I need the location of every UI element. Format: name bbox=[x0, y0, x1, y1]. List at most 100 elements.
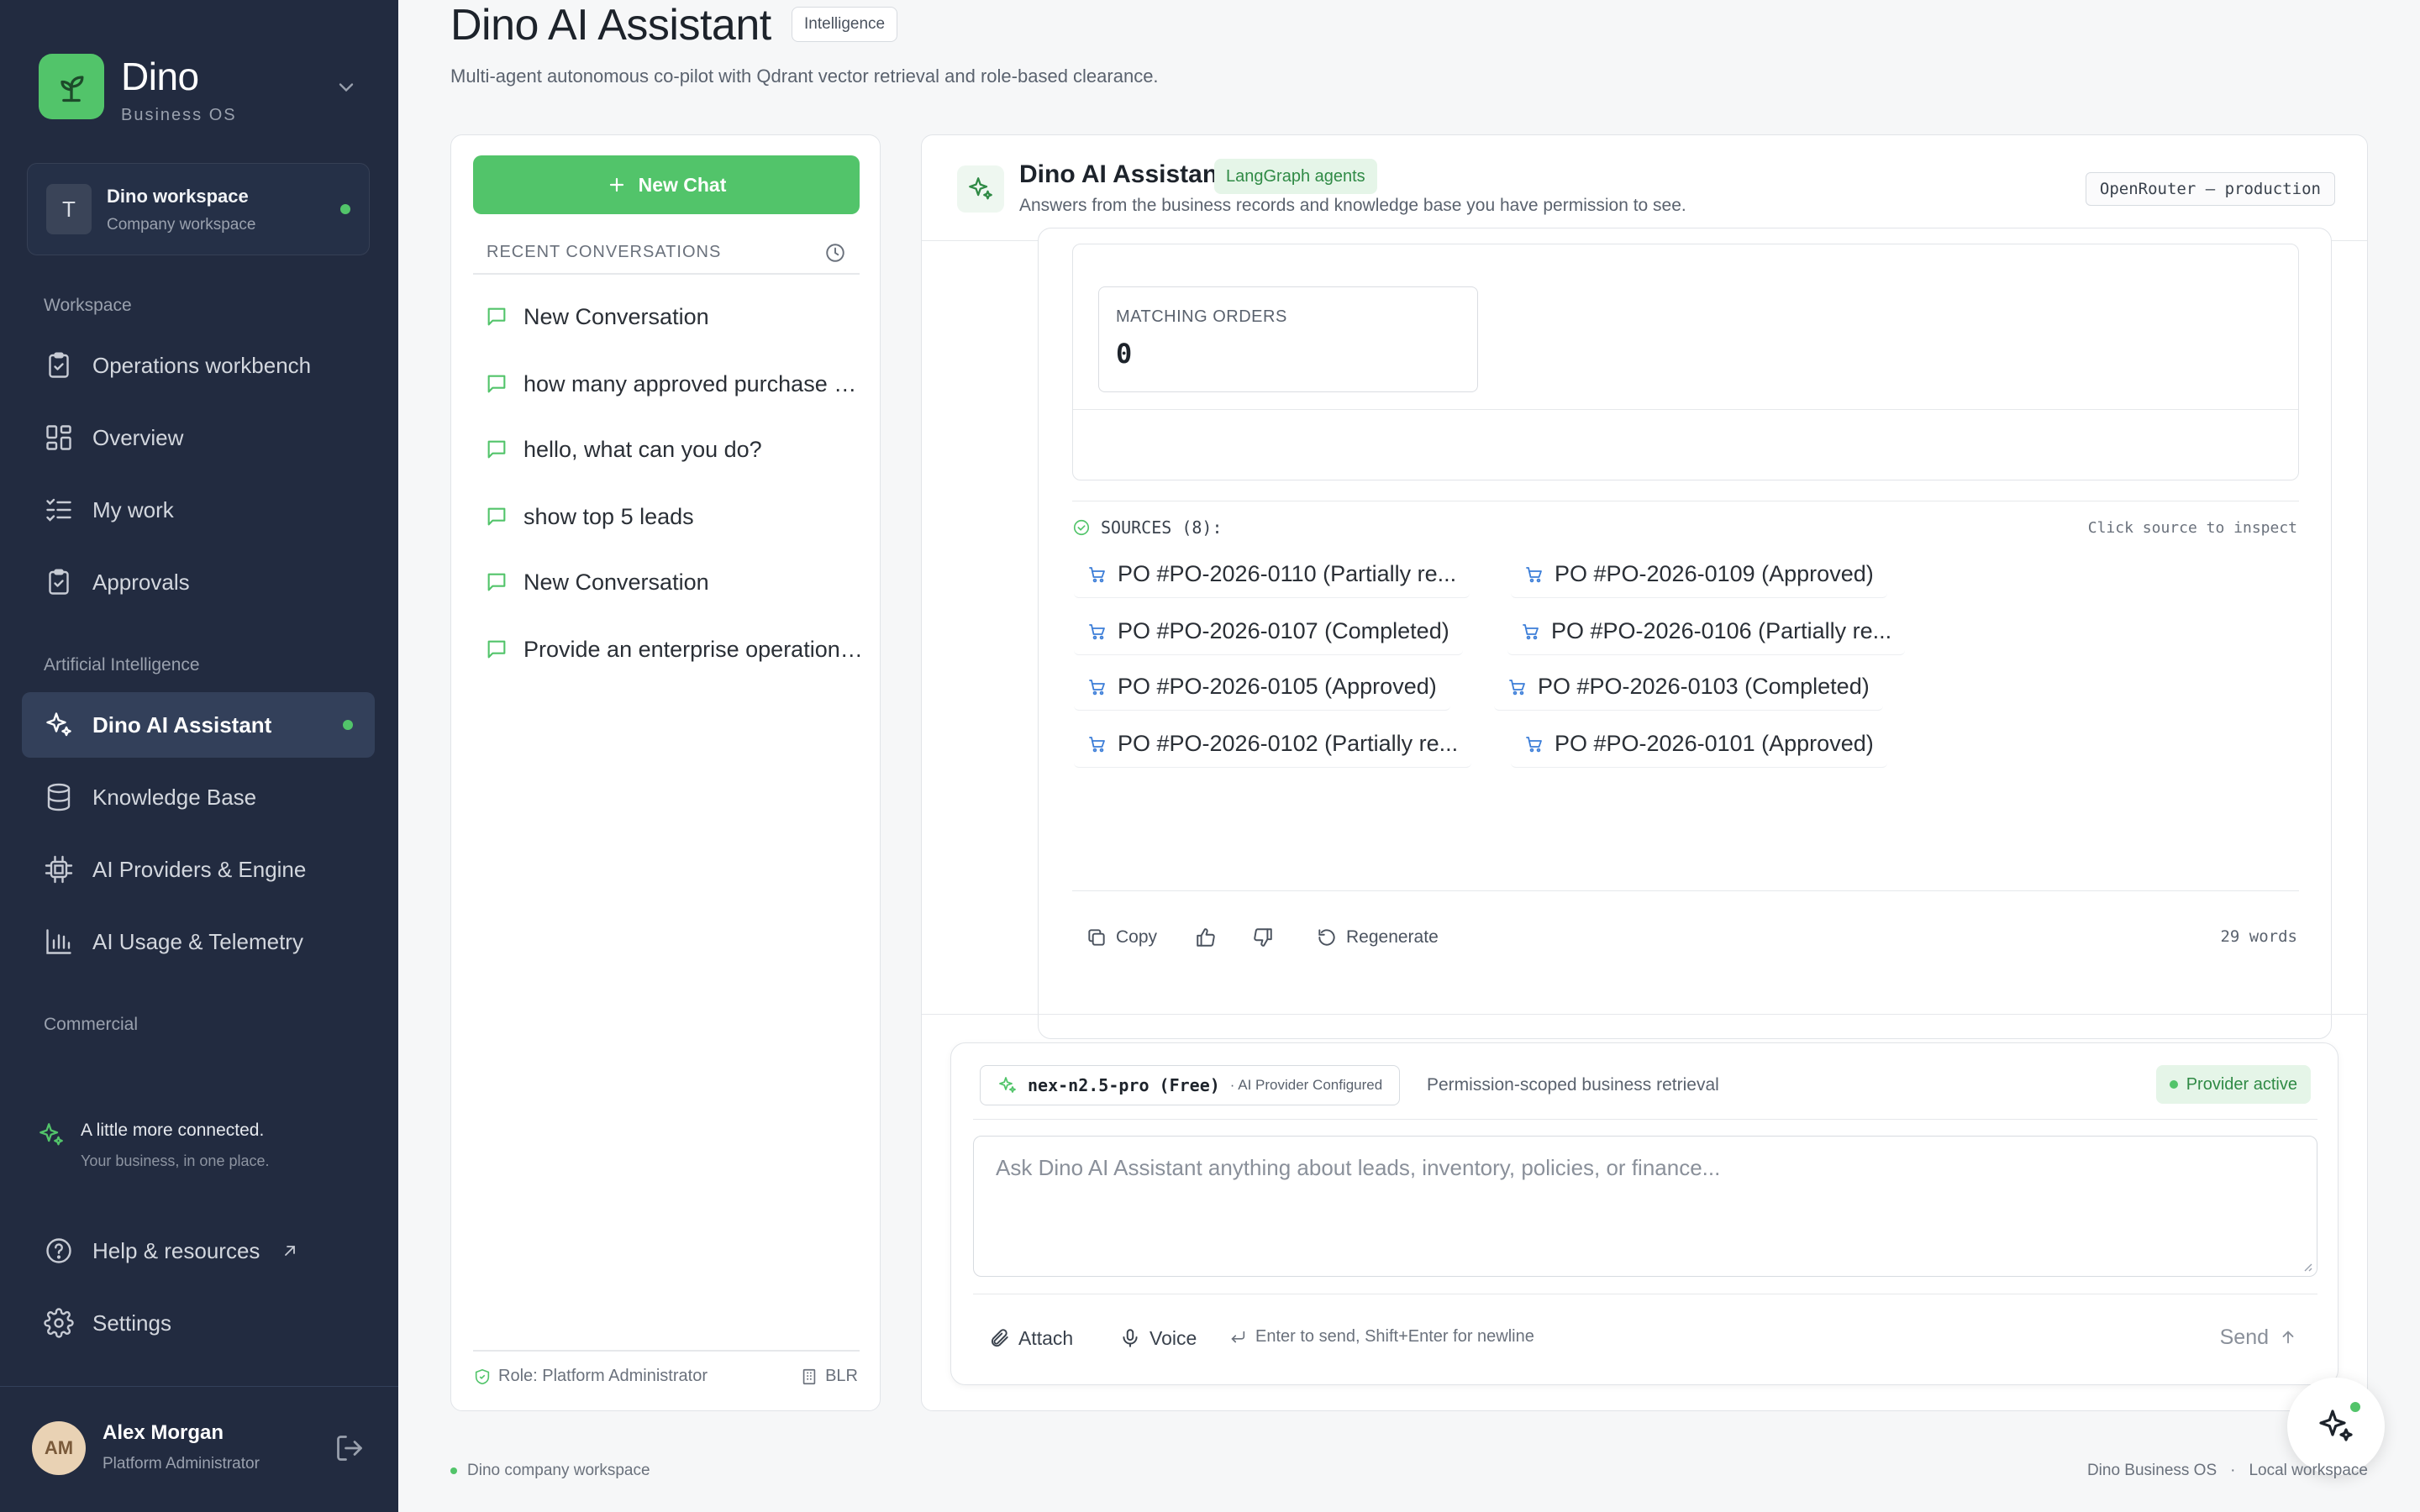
conversation-title: show top 5 leads bbox=[523, 503, 694, 529]
cart-icon bbox=[1089, 679, 1105, 695]
source-chip[interactable]: PO #PO-2026-0105 (Approved) bbox=[1074, 664, 1450, 711]
avatar[interactable]: AM bbox=[32, 1421, 86, 1475]
conversation-title: New Conversation bbox=[523, 569, 709, 595]
sidebar-item-overview[interactable]: Overview bbox=[22, 405, 375, 470]
shield-check-icon bbox=[475, 1368, 490, 1384]
conversation-item[interactable]: New Conversation bbox=[485, 300, 863, 333]
section-commercial: Commercial bbox=[44, 1015, 139, 1034]
sidebar-item-operations-workbench[interactable]: Operations workbench bbox=[22, 333, 375, 398]
enter-hint-text: Enter to send, Shift+Enter for newline bbox=[1255, 1327, 1534, 1346]
sparkles-icon bbox=[999, 1077, 1016, 1093]
source-label: PO #PO-2026-0105 (Approved) bbox=[1118, 674, 1437, 699]
message-input[interactable]: Ask Dino AI Assistant anything about lea… bbox=[973, 1136, 2317, 1277]
sidebar-item-approvals[interactable]: Approvals bbox=[22, 549, 375, 615]
copy-icon bbox=[1088, 929, 1105, 946]
footer-workspace-label: Dino company workspace bbox=[467, 1462, 650, 1479]
copy-button[interactable]: Copy bbox=[1086, 922, 1157, 953]
composer: nex-n2.5-pro (Free) · AI Provider Config… bbox=[950, 1042, 2338, 1385]
divider bbox=[1072, 890, 2299, 891]
sidebar-item-help[interactable]: Help & resources bbox=[22, 1218, 375, 1284]
bar-chart-icon bbox=[46, 929, 71, 954]
logout-icon[interactable] bbox=[334, 1433, 365, 1463]
source-chip[interactable]: PO #PO-2026-0107 (Completed) bbox=[1074, 608, 1463, 655]
sidebar-item-label: AI Usage & Telemetry bbox=[92, 928, 303, 954]
sidebar-item-ai-usage[interactable]: AI Usage & Telemetry bbox=[22, 909, 375, 974]
conversation-title: New Conversation bbox=[523, 303, 709, 329]
metric-card: MATCHING ORDERS 0 bbox=[1098, 286, 1478, 392]
thumbs-down-button[interactable] bbox=[1252, 922, 1274, 953]
chat-bubble-icon bbox=[487, 440, 506, 459]
source-chip[interactable]: PO #PO-2026-0109 (Approved) bbox=[1511, 551, 1887, 598]
source-chip[interactable]: PO #PO-2026-0110 (Partially re... bbox=[1074, 551, 1470, 598]
promo-card: A little more connected. Your business, … bbox=[37, 1114, 373, 1181]
voice-label: Voice bbox=[1150, 1326, 1197, 1349]
role-label: Role: Platform Administrator bbox=[498, 1367, 708, 1385]
sidebar: Dino Business OS T Dino workspace Compan… bbox=[0, 0, 398, 1512]
clock-icon[interactable] bbox=[824, 242, 846, 264]
metric-label: MATCHING ORDERS bbox=[1116, 307, 1287, 326]
metric-value: 0 bbox=[1116, 338, 1133, 370]
promo-subtitle: Your business, in one place. bbox=[81, 1152, 270, 1169]
sidebar-item-knowledge-base[interactable]: Knowledge Base bbox=[22, 764, 375, 830]
retrieval-mode: Permission-scoped business retrieval bbox=[1427, 1075, 1719, 1095]
sidebar-item-my-work[interactable]: My work bbox=[22, 477, 375, 543]
cart-icon bbox=[1523, 623, 1539, 639]
conversation-item[interactable]: hello, what can you do? bbox=[485, 433, 863, 466]
workspace-type: Company workspace bbox=[107, 216, 256, 234]
sidebar-item-ai-providers[interactable]: AI Providers & Engine bbox=[22, 837, 375, 902]
conversation-item[interactable]: New Conversation bbox=[485, 565, 863, 599]
conversation-item[interactable]: how many approved purchase orders bbox=[485, 367, 863, 401]
notification-badge bbox=[2348, 1399, 2363, 1415]
send-label: Send bbox=[2219, 1325, 2269, 1349]
send-button[interactable]: Send bbox=[2220, 1320, 2297, 1354]
source-chip[interactable]: PO #PO-2026-0102 (Partially re... bbox=[1074, 721, 1472, 768]
provider-chip[interactable]: OpenRouter — production bbox=[2085, 172, 2335, 206]
attach-button[interactable]: Attach bbox=[988, 1322, 1073, 1354]
brand[interactable]: Dino Business OS bbox=[39, 54, 375, 129]
sources-hint: Click source to inspect bbox=[2087, 519, 2297, 537]
conversation-item[interactable]: Provide an enterprise operations summary bbox=[485, 633, 863, 666]
grid-icon bbox=[46, 425, 71, 450]
footer-meta: Dino Business OS · Local workspace bbox=[2087, 1462, 2368, 1480]
attach-label: Attach bbox=[1018, 1326, 1074, 1349]
status-dot bbox=[450, 1467, 457, 1474]
sidebar-item-label: Knowledge Base bbox=[92, 784, 257, 810]
conversation-item[interactable]: show top 5 leads bbox=[485, 500, 863, 533]
model-selector[interactable]: nex-n2.5-pro (Free) · AI Provider Config… bbox=[980, 1065, 1401, 1105]
sidebar-item-dino-ai-assistant[interactable]: Dino AI Assistant bbox=[22, 692, 375, 758]
source-chip[interactable]: PO #PO-2026-0103 (Completed) bbox=[1494, 664, 1883, 711]
status-dot bbox=[2169, 1080, 2178, 1089]
brand-subtitle: Business OS bbox=[121, 106, 237, 124]
footer-separator: · bbox=[2230, 1462, 2236, 1479]
location-label: BLR bbox=[825, 1367, 858, 1385]
enter-hint: Enter to send, Shift+Enter for newline bbox=[1228, 1327, 1534, 1347]
message-placeholder: Ask Dino AI Assistant anything about lea… bbox=[996, 1155, 1721, 1180]
footer-product: Dino Business OS bbox=[2086, 1462, 2217, 1479]
source-chip[interactable]: PO #PO-2026-0101 (Approved) bbox=[1511, 721, 1887, 768]
workspace-switcher[interactable]: T Dino workspace Company workspace bbox=[27, 163, 370, 255]
assistant-fab-button[interactable] bbox=[2287, 1378, 2385, 1475]
voice-button[interactable]: Voice bbox=[1119, 1322, 1197, 1354]
sidebar-item-label: Settings bbox=[92, 1310, 171, 1336]
cart-icon bbox=[1509, 679, 1525, 695]
chat-bubble-icon bbox=[487, 640, 506, 659]
sparkles-icon bbox=[46, 712, 71, 737]
thumbs-up-button[interactable] bbox=[1195, 922, 1217, 953]
page-badge: Intelligence bbox=[792, 7, 898, 42]
sparkles-icon bbox=[39, 1123, 63, 1146]
user-name: Alex Morgan bbox=[103, 1421, 224, 1444]
sparkles-icon bbox=[957, 165, 1004, 213]
sidebar-item-label: My work bbox=[92, 496, 174, 522]
chat-bubble-icon bbox=[487, 573, 506, 591]
sidebar-item-settings[interactable]: Settings bbox=[22, 1290, 375, 1356]
new-chat-button[interactable]: New Chat bbox=[473, 155, 860, 214]
thumbs-up-icon bbox=[1197, 928, 1215, 947]
chat-bubble-icon bbox=[487, 375, 506, 393]
footer-workspace: Dino company workspace bbox=[450, 1462, 650, 1480]
source-chip[interactable]: PO #PO-2026-0106 (Partially re... bbox=[1507, 608, 1906, 655]
clipboard-check-icon bbox=[49, 569, 69, 595]
chevron-down-icon[interactable] bbox=[334, 76, 358, 99]
regenerate-button[interactable]: Regenerate bbox=[1316, 922, 1439, 953]
word-count: 29 words bbox=[2220, 927, 2297, 946]
resize-grip-icon[interactable] bbox=[2300, 1259, 2313, 1273]
